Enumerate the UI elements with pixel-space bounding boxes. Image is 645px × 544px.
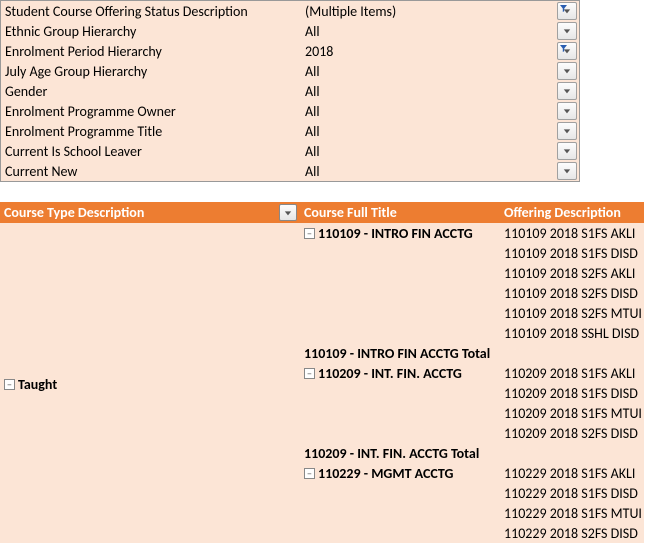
filter-row: Enrolment Programme OwnerAll — [1, 101, 579, 121]
filter-value: All — [301, 63, 557, 80]
header-label: Offering Description — [504, 204, 621, 221]
filter-dropdown[interactable] — [557, 2, 577, 20]
pivot-data-row: 110109 2018 S2FS DISD — [300, 283, 644, 303]
filter-value: (Multiple Items) — [301, 3, 557, 20]
pivot-data-row: 110229 2018 S1FS DISD — [300, 483, 644, 503]
pivot-data-row: 110229 2018 S2FS DISD — [300, 523, 644, 543]
filter-dropdown[interactable] — [557, 122, 577, 140]
offering-cell: 110109 2018 S2FS MTUI — [500, 305, 644, 322]
filter-dropdown[interactable] — [557, 42, 577, 60]
offering-cell: 110109 2018 S1FS AKLI — [500, 225, 644, 242]
course-title: 110229 - MGMT ACCTG — [318, 465, 453, 482]
header-label: Course Full Title — [304, 204, 397, 221]
filter-label: Current Is School Leaver — [1, 143, 301, 160]
filter-dropdown[interactable] — [557, 22, 577, 40]
course-title: 110209 - INT. FIN. ACCTG — [318, 365, 462, 382]
filter-dropdown[interactable] — [557, 62, 577, 80]
pivot-data-row: −110109 - INTRO FIN ACCTG110109 2018 S1F… — [300, 223, 644, 243]
pivot-total-row: 110109 - INTRO FIN ACCTG Total — [300, 343, 644, 363]
offering-cell: 110209 2018 S1FS MTUI — [500, 405, 644, 422]
filter-dropdown[interactable] — [557, 82, 577, 100]
filter-label: Ethnic Group Hierarchy — [1, 23, 301, 40]
filter-row: Student Course Offering Status Descripti… — [1, 1, 579, 21]
offering-cell: 110109 2018 S2FS AKLI — [500, 265, 644, 282]
filter-value: All — [301, 83, 557, 100]
row-group-label: Taught — [18, 376, 57, 393]
filter-row: July Age Group HierarchyAll — [1, 61, 579, 81]
filter-row: GenderAll — [1, 81, 579, 101]
pivot-data-row: 110109 2018 SSHL DISD — [300, 323, 644, 343]
offering-cell: 110229 2018 S1FS MTUI — [500, 505, 644, 522]
filter-row: Enrolment Period Hierarchy2018 — [1, 41, 579, 61]
pivot-table: Course Type Description Course Full Titl… — [0, 202, 644, 543]
filter-value: All — [301, 23, 557, 40]
pivot-data-row: −110209 - INT. FIN. ACCTG110209 2018 S1F… — [300, 363, 644, 383]
header-course-title: Course Full Title — [300, 204, 500, 221]
course-total-cell: 110109 - INTRO FIN ACCTG Total — [300, 345, 500, 362]
filter-label: Student Course Offering Status Descripti… — [1, 3, 301, 20]
pivot-data-row: 110109 2018 S2FS AKLI — [300, 263, 644, 283]
offering-cell: 110209 2018 S1FS AKLI — [500, 365, 644, 382]
filter-row: Current Is School LeaverAll — [1, 141, 579, 161]
course-title-cell: −110209 - INT. FIN. ACCTG — [300, 365, 500, 382]
pivot-data-row: 110209 2018 S1FS DISD — [300, 383, 644, 403]
pivot-total-row: 110209 - INT. FIN. ACCTG Total — [300, 443, 644, 463]
pivot-data-row: 110209 2018 S2FS DISD — [300, 423, 644, 443]
filter-value: All — [301, 123, 557, 140]
header-dropdown[interactable] — [279, 204, 297, 221]
row-group-cell: − Taught — [0, 223, 300, 543]
collapse-icon[interactable]: − — [304, 468, 315, 479]
filter-dropdown[interactable] — [557, 162, 577, 180]
filter-value: All — [301, 103, 557, 120]
offering-cell: 110229 2018 S2FS DISD — [500, 525, 644, 542]
pivot-data-row: 110109 2018 S2FS MTUI — [300, 303, 644, 323]
filter-label: Gender — [1, 83, 301, 100]
offering-cell: 110109 2018 SSHL DISD — [500, 325, 644, 342]
header-offering: Offering Description — [500, 204, 644, 221]
pivot-filter-panel: Student Course Offering Status Descripti… — [0, 0, 580, 182]
pivot-data-row: 110209 2018 S1FS MTUI — [300, 403, 644, 423]
pivot-data-row: 110109 2018 S1FS DISD — [300, 243, 644, 263]
filter-label: July Age Group Hierarchy — [1, 63, 301, 80]
offering-cell: 110209 2018 S2FS DISD — [500, 425, 644, 442]
filter-dropdown[interactable] — [557, 102, 577, 120]
pivot-data-row: −110229 - MGMT ACCTG110229 2018 S1FS AKL… — [300, 463, 644, 483]
filter-label: Enrolment Programme Owner — [1, 103, 301, 120]
pivot-data-row: 110229 2018 S1FS MTUI — [300, 503, 644, 523]
course-title: 110109 - INTRO FIN ACCTG — [318, 225, 473, 242]
offering-cell: 110229 2018 S1FS DISD — [500, 485, 644, 502]
course-total-cell: 110209 - INT. FIN. ACCTG Total — [300, 445, 500, 462]
collapse-icon[interactable]: − — [304, 228, 315, 239]
header-label: Course Type Description — [4, 204, 144, 221]
filter-row: Enrolment Programme TitleAll — [1, 121, 579, 141]
filter-label: Enrolment Programme Title — [1, 123, 301, 140]
offering-cell: 110109 2018 S1FS DISD — [500, 245, 644, 262]
collapse-icon[interactable]: − — [304, 368, 315, 379]
filter-dropdown[interactable] — [557, 142, 577, 160]
filter-row: Current NewAll — [1, 161, 579, 181]
pivot-header-row: Course Type Description Course Full Titl… — [0, 202, 644, 223]
filter-row: Ethnic Group HierarchyAll — [1, 21, 579, 41]
filter-label: Current New — [1, 163, 301, 180]
offering-cell: 110229 2018 S1FS AKLI — [500, 465, 644, 482]
filter-value: All — [301, 143, 557, 160]
offering-cell: 110109 2018 S2FS DISD — [500, 285, 644, 302]
collapse-icon[interactable]: − — [4, 379, 15, 390]
filter-value: All — [301, 163, 557, 180]
pivot-body: − Taught −110109 - INTRO FIN ACCTG110109… — [0, 223, 644, 543]
offering-cell: 110209 2018 S1FS DISD — [500, 385, 644, 402]
course-title-cell: −110229 - MGMT ACCTG — [300, 465, 500, 482]
course-title-cell: −110109 - INTRO FIN ACCTG — [300, 225, 500, 242]
filter-label: Enrolment Period Hierarchy — [1, 43, 301, 60]
header-course-type: Course Type Description — [0, 204, 300, 221]
filter-value: 2018 — [301, 43, 557, 60]
